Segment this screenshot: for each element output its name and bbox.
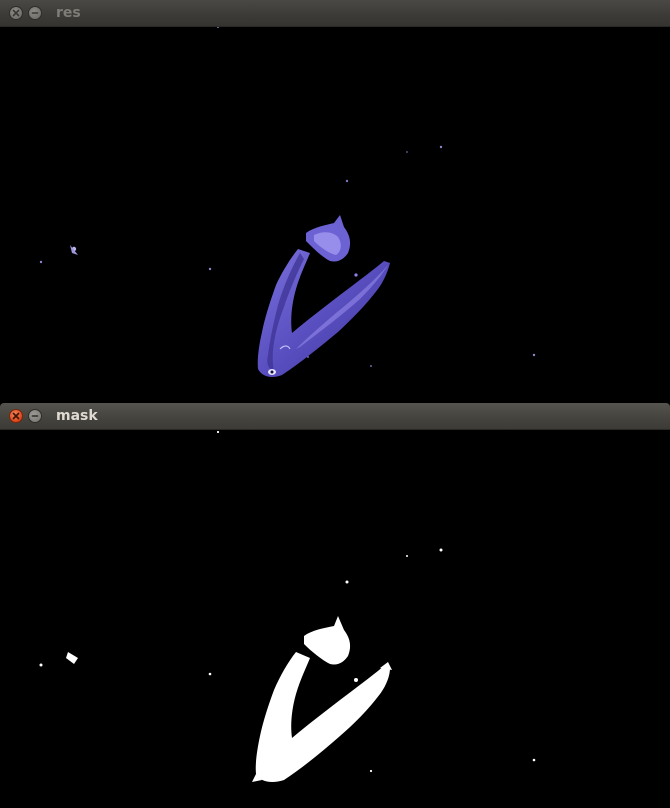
window-title: mask [56,408,98,424]
minimize-icon[interactable] [28,409,42,423]
res-image-canvas [0,27,670,402]
mask-window: mask [0,403,670,808]
window-title: res [56,5,81,21]
close-icon[interactable] [9,6,23,20]
mask-image-canvas [0,430,670,808]
res-window: res [0,0,670,402]
res-titlebar[interactable]: res [0,0,670,27]
fish-mask-image [39,430,536,782]
close-icon[interactable] [9,409,23,423]
mask-titlebar[interactable]: mask [0,403,670,430]
minimize-icon[interactable] [28,6,42,20]
fish-result-image [39,27,536,377]
